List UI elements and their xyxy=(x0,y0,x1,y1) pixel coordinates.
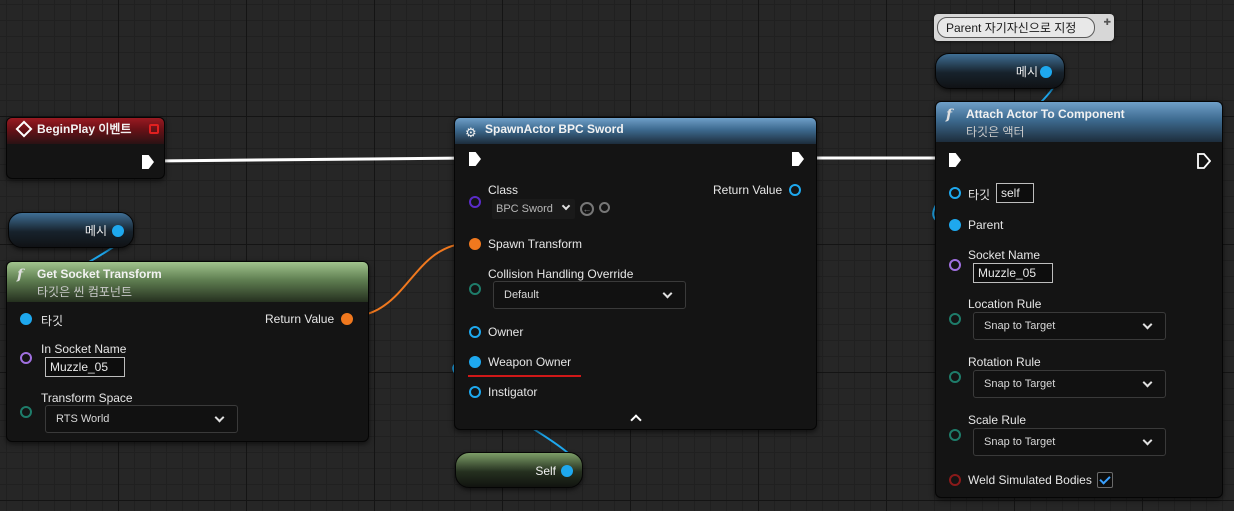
attach-exec-in-pin[interactable] xyxy=(949,153,961,167)
target-input-pin[interactable] xyxy=(20,313,32,325)
rotation-rule-label: Rotation Rule xyxy=(968,355,1041,369)
comment-text: Parent 자기자신으로 지정 xyxy=(937,17,1095,38)
beginplay-exec-out-pin[interactable] xyxy=(142,155,154,169)
mesh-output-pin[interactable] xyxy=(1040,66,1052,78)
beginplay-header: BeginPlay 이벤트 xyxy=(7,118,164,144)
function-icon: f xyxy=(17,267,24,283)
weapon-owner-pin[interactable] xyxy=(469,356,481,368)
get-socket-transform-subtitle: 타깃은 씬 컴포넌트 xyxy=(37,285,132,299)
class-dropdown[interactable]: BPC Sword xyxy=(492,199,575,219)
spawn-actor-title: SpawnActor BPC Sword xyxy=(485,122,624,136)
weld-simulated-bodies-pin[interactable] xyxy=(949,474,961,486)
event-diamond-icon xyxy=(15,120,33,138)
function-icon: f xyxy=(946,107,953,123)
comment-bubble[interactable]: Parent 자기자신으로 지정 ✚ xyxy=(934,14,1114,41)
spawn-exec-in-pin[interactable] xyxy=(469,152,481,166)
get-socket-transform-node[interactable]: f Get Socket Transform 타깃은 씬 컴포넌트 타깃 Ret… xyxy=(6,261,369,442)
exec-wire-beginplay-spawn xyxy=(152,156,470,163)
location-rule-dropdown[interactable]: Snap to Target xyxy=(973,312,1166,340)
socket-name-label: In Socket Name xyxy=(41,342,127,356)
class-value: BPC Sword xyxy=(496,203,553,215)
beginplay-event-node[interactable]: BeginPlay 이벤트 xyxy=(6,117,165,179)
spawn-return-value-pin[interactable] xyxy=(789,184,801,196)
weld-simulated-bodies-checkbox[interactable] xyxy=(1097,472,1113,488)
spawn-exec-out-pin[interactable] xyxy=(792,152,804,166)
spawn-return-value-label: Return Value xyxy=(713,183,783,197)
rotation-rule-dropdown[interactable]: Snap to Target xyxy=(973,370,1166,398)
spawn-icon: ⚙ xyxy=(465,125,477,140)
chevron-down-icon xyxy=(214,412,225,423)
beginplay-title: BeginPlay 이벤트 xyxy=(37,122,132,136)
owner-label: Owner xyxy=(488,325,524,339)
mesh-variable-node-right[interactable]: 메시 xyxy=(935,53,1065,89)
get-socket-transform-header: f Get Socket Transform 타깃은 씬 컴포넌트 xyxy=(7,262,368,302)
self-variable-label: Self xyxy=(535,464,556,478)
collision-handling-dropdown[interactable]: Default xyxy=(493,281,686,309)
transform-space-pin[interactable] xyxy=(20,406,32,418)
get-socket-transform-title: Get Socket Transform xyxy=(37,267,162,281)
instigator-pin[interactable] xyxy=(469,386,481,398)
location-rule-pin[interactable] xyxy=(949,313,961,325)
chevron-up-icon[interactable] xyxy=(630,414,642,426)
pin-comment-icon[interactable]: ✚ xyxy=(1103,17,1111,28)
transform-space-label: Transform Space xyxy=(41,391,133,405)
attach-actor-node[interactable]: f Attach Actor To Component 타깃은 액터 타깃 se… xyxy=(935,101,1223,498)
scale-rule-pin[interactable] xyxy=(949,429,961,441)
collision-handling-pin[interactable] xyxy=(469,283,481,295)
mesh-variable-node-left[interactable]: 메시 xyxy=(8,212,134,248)
chevron-down-icon xyxy=(662,288,673,299)
parent-label: Parent xyxy=(968,218,1004,232)
chevron-down-icon xyxy=(1142,319,1153,330)
spawn-transform-pin[interactable] xyxy=(469,238,481,250)
spawn-actor-node[interactable]: ⚙ SpawnActor BPC Sword Class BPC Sword ←… xyxy=(454,117,817,430)
return-value-pin[interactable] xyxy=(341,313,353,325)
location-rule-value: Snap to Target xyxy=(984,320,1056,332)
weld-simulated-bodies-label: Weld Simulated Bodies xyxy=(968,473,1092,487)
attach-exec-out-pin[interactable] xyxy=(1197,153,1211,169)
self-output-pin[interactable] xyxy=(561,465,573,477)
attach-target-label: 타깃 xyxy=(968,188,991,202)
browse-search-icon[interactable] xyxy=(599,202,610,213)
attach-actor-header: f Attach Actor To Component 타깃은 액터 xyxy=(936,102,1222,142)
attach-socket-name-label: Socket Name xyxy=(968,248,1041,262)
class-label: Class xyxy=(488,183,519,197)
owner-pin[interactable] xyxy=(469,326,481,338)
rotation-rule-value: Snap to Target xyxy=(984,378,1056,390)
scale-rule-label: Scale Rule xyxy=(968,413,1027,427)
attach-socket-name-pin[interactable] xyxy=(949,259,961,271)
delegate-pin-icon[interactable] xyxy=(149,124,159,134)
spawn-actor-header: ⚙ SpawnActor BPC Sword xyxy=(455,118,816,144)
transform-space-dropdown[interactable]: RTS World xyxy=(45,405,238,433)
attach-actor-subtitle: 타깃은 액터 xyxy=(966,125,1025,139)
chevron-down-icon xyxy=(1142,377,1153,388)
chevron-down-icon xyxy=(1142,435,1153,446)
spawn-transform-label: Spawn Transform xyxy=(488,237,583,251)
collision-handling-value: Default xyxy=(504,289,539,301)
highlight-underline xyxy=(468,375,581,377)
scale-rule-dropdown[interactable]: Snap to Target xyxy=(973,428,1166,456)
attach-actor-title: Attach Actor To Component xyxy=(966,107,1125,121)
weapon-owner-label: Weapon Owner xyxy=(488,355,572,369)
chevron-down-icon xyxy=(561,201,571,211)
transform-space-value: RTS World xyxy=(56,413,110,425)
attach-target-pin[interactable] xyxy=(949,187,961,199)
rotation-rule-pin[interactable] xyxy=(949,371,961,383)
target-label: 타깃 xyxy=(41,314,64,328)
use-selected-arrow-icon[interactable]: ← xyxy=(580,202,594,216)
class-pin[interactable] xyxy=(469,196,481,208)
mesh-output-pin[interactable] xyxy=(112,225,124,237)
socket-name-pin[interactable] xyxy=(20,352,32,364)
return-value-label: Return Value xyxy=(265,312,335,326)
attach-socket-name-input[interactable]: Muzzle_05 xyxy=(973,263,1053,283)
instigator-label: Instigator xyxy=(488,385,538,399)
collision-handling-label: Collision Handling Override xyxy=(488,267,634,281)
attach-target-input[interactable]: self xyxy=(996,183,1034,203)
scale-rule-value: Snap to Target xyxy=(984,436,1056,448)
parent-pin[interactable] xyxy=(949,219,961,231)
location-rule-label: Location Rule xyxy=(968,297,1042,311)
socket-name-input[interactable]: Muzzle_05 xyxy=(45,357,125,377)
self-variable-node[interactable]: Self xyxy=(455,452,583,488)
mesh-variable-label: 메시 xyxy=(1015,65,1038,79)
mesh-variable-label: 메시 xyxy=(84,224,107,238)
